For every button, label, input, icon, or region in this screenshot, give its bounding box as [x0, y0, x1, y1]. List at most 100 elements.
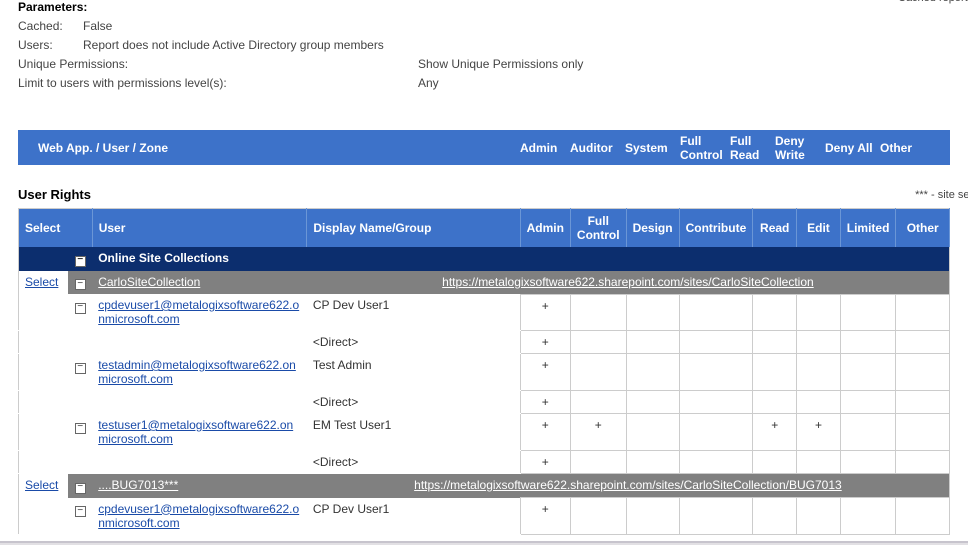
perm-cell: [896, 451, 950, 474]
th-select[interactable]: Select: [19, 209, 93, 248]
perm-cell: [753, 294, 797, 331]
collapse-button[interactable]: −: [75, 423, 86, 434]
perm-cell: [626, 294, 679, 331]
perm-cell: [570, 498, 626, 535]
perm-cell: [570, 294, 626, 331]
perm-cell: [753, 391, 797, 414]
th-contribute[interactable]: Contribute: [679, 209, 753, 248]
collapse-button[interactable]: −: [75, 303, 86, 314]
collapse-button[interactable]: −: [75, 506, 86, 517]
perm-cell: [570, 391, 626, 414]
perm-cell: +: [520, 391, 570, 414]
perm-cell: [626, 391, 679, 414]
perm-cell: [840, 331, 896, 354]
perm-cell: [896, 331, 950, 354]
perm-cell: [840, 354, 896, 391]
perm-cell: [679, 451, 753, 474]
perm-cell: [797, 391, 841, 414]
user-link[interactable]: cpdevuser1@metalogixsoftware622.onmicros…: [98, 298, 299, 326]
display-group: <Direct>: [307, 451, 520, 474]
th-edit[interactable]: Edit: [797, 209, 841, 248]
perm-cell: +: [520, 294, 570, 331]
perm-cell: [896, 354, 950, 391]
perm-cell: [896, 294, 950, 331]
user-link[interactable]: testuser1@metalogixsoftware622.onmicroso…: [98, 418, 293, 446]
display-name: CP Dev User1: [307, 498, 520, 535]
user-link[interactable]: cpdevuser1@metalogixsoftware622.onmicros…: [98, 502, 299, 530]
perm-cell: +: [570, 414, 626, 451]
display-name: Test Admin: [307, 354, 520, 391]
select-link[interactable]: Select: [25, 478, 58, 492]
perm-cell: [570, 354, 626, 391]
display-group: <Direct>: [307, 331, 520, 354]
display-group: <Direct>: [307, 391, 520, 414]
display-name: EM Test User1: [307, 414, 520, 451]
perm-cell: +: [520, 331, 570, 354]
parameters-title: Parameters:: [18, 0, 950, 14]
perm-cell: [570, 331, 626, 354]
perm-cell: [679, 354, 753, 391]
perm-cell: [797, 498, 841, 535]
site-url-link[interactable]: https://metalogixsoftware622.sharepoint.…: [414, 478, 842, 492]
perm-cell: [679, 331, 753, 354]
cached-value: False: [83, 19, 950, 33]
th-display[interactable]: Display Name/Group: [307, 209, 520, 248]
perm-cell: [570, 451, 626, 474]
th-admin[interactable]: Admin: [520, 209, 570, 248]
zone-col-system: System: [625, 141, 680, 155]
perm-cell: [896, 414, 950, 451]
perm-cell: [679, 498, 753, 535]
th-read[interactable]: Read: [753, 209, 797, 248]
users-label: Users:: [18, 38, 83, 52]
limit-level-value: Any: [418, 76, 950, 90]
site-link[interactable]: ....BUG7013***: [98, 478, 178, 492]
perm-cell: [626, 451, 679, 474]
perm-cell: [626, 331, 679, 354]
perm-cell: [626, 498, 679, 535]
perm-cell: [679, 391, 753, 414]
site-link[interactable]: CarloSiteCollection: [98, 275, 200, 289]
bottom-strip: [0, 541, 968, 545]
band-label: Online Site Collections: [92, 247, 949, 271]
collapse-button[interactable]: −: [75, 279, 86, 290]
site-url-link[interactable]: https://metalogixsoftware622.sharepoint.…: [442, 275, 814, 289]
perm-cell: [896, 391, 950, 414]
th-design[interactable]: Design: [626, 209, 679, 248]
display-name: CP Dev User1: [307, 294, 520, 331]
perm-cell: +: [520, 498, 570, 535]
zone-header-bar: Web App. / User / Zone Admin Auditor Sys…: [18, 130, 950, 165]
collapse-button[interactable]: −: [75, 363, 86, 374]
collapse-button[interactable]: −: [75, 483, 86, 494]
perm-cell: [679, 294, 753, 331]
zone-col-auditor: Auditor: [570, 141, 625, 155]
perm-cell: [753, 451, 797, 474]
limit-level-label: Limit to users with permissions level(s)…: [18, 76, 418, 90]
users-value: Report does not include Active Directory…: [83, 38, 950, 52]
user-rights-table: Select User Display Name/Group Admin Ful…: [18, 208, 950, 535]
perm-cell: [797, 294, 841, 331]
user-rights-title: User Rights: [18, 187, 91, 202]
perm-cell: [896, 498, 950, 535]
zone-col-fullcontrol: Full Control: [680, 134, 730, 162]
th-user[interactable]: User: [92, 209, 307, 248]
zone-col-denywrite: Deny Write: [775, 134, 825, 162]
collapse-button[interactable]: −: [75, 256, 86, 267]
th-fullcontrol[interactable]: Full Control: [570, 209, 626, 248]
perm-cell: [797, 451, 841, 474]
th-limited[interactable]: Limited: [840, 209, 896, 248]
perm-cell: +: [520, 414, 570, 451]
perm-cell: [753, 331, 797, 354]
user-link[interactable]: testadmin@metalogixsoftware622.onmicroso…: [98, 358, 296, 386]
perm-cell: [840, 451, 896, 474]
perm-cell: [626, 354, 679, 391]
perm-cell: [840, 391, 896, 414]
perm-cell: [679, 414, 753, 451]
select-link[interactable]: Select: [25, 275, 58, 289]
th-other[interactable]: Other: [896, 209, 950, 248]
cached-note: Cached report will not inc Claim. Howeve…: [898, 0, 968, 4]
perm-cell: [753, 354, 797, 391]
perm-cell: [797, 354, 841, 391]
zone-col-other: Other: [880, 141, 950, 155]
perm-cell: +: [520, 354, 570, 391]
perm-cell: [840, 414, 896, 451]
